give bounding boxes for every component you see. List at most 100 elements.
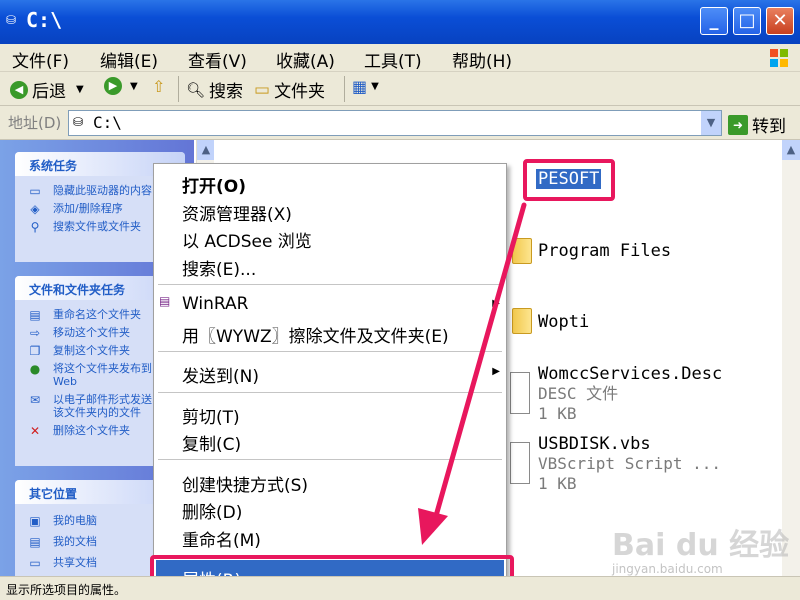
file-item-program-files[interactable]: Program Files: [538, 241, 671, 261]
drive-icon: ⛁: [6, 13, 17, 27]
address-bar: 地址(D) ⛁ C:\ ▼ ➜ 转到: [0, 106, 800, 140]
file-item-womccservices[interactable]: WomccServices.Desc DESC 文件 1 KB: [538, 364, 722, 424]
menu-file[interactable]: 文件(F): [12, 47, 69, 72]
folders-label: 文件夹: [274, 82, 326, 102]
toolbar: ◀ 后退 ▼ ▶ ▼ ⇧ 🔍︎ 搜索 ▭ 文件夹 ▦ ▼: [0, 72, 800, 106]
toolbar-divider: [178, 76, 179, 102]
forward-button[interactable]: ▶ ▼: [104, 77, 138, 95]
menu-bar: 文件(F) 编辑(E) 查看(V) 收藏(A) 工具(T) 帮助(H): [0, 44, 800, 72]
menu-item-search[interactable]: 搜索(E)...: [182, 255, 256, 280]
menu-item-send-to[interactable]: 发送到(N): [182, 362, 259, 387]
file-name: USBDISK.vbs: [538, 434, 651, 454]
views-icon: ▦: [352, 77, 368, 96]
menu-separator: [158, 392, 502, 393]
delete-icon: ✕: [29, 424, 41, 438]
menu-item-rename[interactable]: 重命名(M): [182, 526, 261, 551]
document-icon: [510, 372, 530, 414]
go-arrow-icon: ➜: [728, 114, 748, 135]
toolbar-divider: [344, 76, 345, 102]
menu-edit[interactable]: 编辑(E): [100, 47, 158, 72]
file-size: 1 KB: [538, 404, 577, 423]
submenu-arrow-icon: ▶: [492, 366, 500, 377]
rename-icon: ▤: [29, 308, 41, 322]
chevron-down-icon: ▼: [371, 81, 379, 92]
file-item-wopti[interactable]: Wopti: [538, 312, 589, 332]
views-button[interactable]: ▦ ▼: [352, 77, 379, 96]
file-size: 1 KB: [538, 474, 577, 493]
submenu-arrow-icon: ▶: [492, 298, 500, 309]
title-bar: ⛁ C:\ _ □ ✕: [0, 0, 800, 44]
menu-item-winrar[interactable]: WinRAR: [182, 294, 249, 314]
baidu-watermark-logo: Bai du 经验: [612, 528, 790, 563]
status-bar: 显示所选项目的属性。: [0, 576, 800, 600]
hide-icon: ▭: [29, 184, 41, 198]
scroll-up-button[interactable]: ▲: [782, 140, 800, 160]
search-button[interactable]: 🔍︎ 搜索: [186, 77, 244, 103]
search-label: 搜索: [209, 82, 244, 102]
up-folder-button[interactable]: ⇧: [152, 77, 165, 96]
up-folder-icon: ⇧: [152, 77, 166, 96]
file-name: Program Files: [538, 241, 672, 261]
file-name: Wopti: [538, 312, 590, 332]
context-menu: 打开(O) 资源管理器(X) 以 ACDSee 浏览 搜索(E)... ▤ Wi…: [153, 163, 507, 597]
address-input[interactable]: ⛁ C:\ ▼: [68, 110, 722, 136]
script-icon: [510, 442, 530, 484]
scroll-up-button[interactable]: ▲: [197, 140, 215, 160]
menu-tools[interactable]: 工具(T): [364, 47, 422, 72]
go-label: 转到: [752, 117, 786, 137]
menu-help[interactable]: 帮助(H): [452, 47, 512, 72]
back-arrow-icon: ◀: [10, 80, 28, 99]
back-label: 后退: [32, 82, 66, 102]
windows-logo-icon: [770, 49, 788, 67]
menu-item-acdsee[interactable]: 以 ACDSee 浏览: [182, 227, 312, 252]
folder-icon: [512, 308, 532, 334]
folder-icon: ▭: [254, 79, 271, 100]
file-type: DESC 文件: [538, 384, 619, 403]
copy-icon: ❐: [29, 344, 41, 358]
status-text: 显示所选项目的属性。: [6, 583, 127, 597]
programs-icon: ◈: [30, 202, 40, 216]
menu-item-wywz-erase[interactable]: 用〖WYWZ〗擦除文件及文件夹(E): [182, 322, 449, 347]
computer-icon: ▣: [29, 514, 41, 528]
menu-item-explore[interactable]: 资源管理器(X): [182, 200, 292, 225]
menu-item-cut[interactable]: 剪切(T): [182, 403, 240, 428]
baidu-watermark-url: jingyan.baidu.com: [612, 562, 723, 576]
menu-view[interactable]: 查看(V): [188, 47, 247, 72]
address-dropdown-button[interactable]: ▼: [701, 111, 721, 135]
address-value: C:\: [93, 113, 122, 132]
menu-favorites[interactable]: 收藏(A): [276, 47, 335, 72]
search-icon: ⚲: [30, 220, 40, 234]
file-item-usbdisk[interactable]: USBDISK.vbs VBScript Script ... 1 KB: [538, 434, 721, 494]
menu-separator: [158, 459, 502, 460]
email-icon: ✉: [29, 393, 41, 407]
documents-icon: ▤: [29, 535, 41, 549]
highlight-box-pesoft: [523, 159, 615, 201]
globe-icon: ●: [29, 362, 41, 376]
file-type: VBScript Script ...: [538, 454, 722, 473]
folders-button[interactable]: ▭ 文件夹: [254, 77, 326, 103]
close-button[interactable]: ✕: [766, 7, 794, 35]
window-title: C:\: [26, 8, 63, 32]
drive-icon: ⛁: [73, 115, 84, 129]
chevron-down-icon[interactable]: ▼: [130, 81, 138, 92]
menu-item-create-shortcut[interactable]: 创建快捷方式(S): [182, 471, 308, 496]
address-label: 地址(D): [8, 114, 62, 132]
minimize-button[interactable]: _: [700, 7, 728, 35]
menu-item-delete[interactable]: 删除(D): [182, 498, 242, 523]
forward-arrow-icon: ▶: [104, 77, 122, 95]
menu-item-open[interactable]: 打开(O): [182, 172, 246, 197]
back-button[interactable]: ◀ 后退 ▼: [10, 77, 84, 102]
chevron-down-icon[interactable]: ▼: [76, 84, 84, 95]
menu-separator: [158, 351, 502, 352]
file-list-scrollbar[interactable]: ▲: [782, 140, 800, 576]
file-name: WomccServices.Desc: [538, 364, 723, 384]
maximize-button[interactable]: □: [733, 7, 761, 35]
winrar-icon: ▤: [159, 294, 171, 308]
search-icon: 🔍︎: [186, 80, 206, 99]
folder-icon: [512, 238, 532, 264]
menu-separator: [158, 284, 502, 285]
move-icon: ⇨: [29, 326, 41, 340]
go-button[interactable]: ➜ 转到: [728, 112, 786, 137]
folder-icon: ▭: [29, 556, 41, 570]
menu-item-copy[interactable]: 复制(C): [182, 430, 241, 455]
